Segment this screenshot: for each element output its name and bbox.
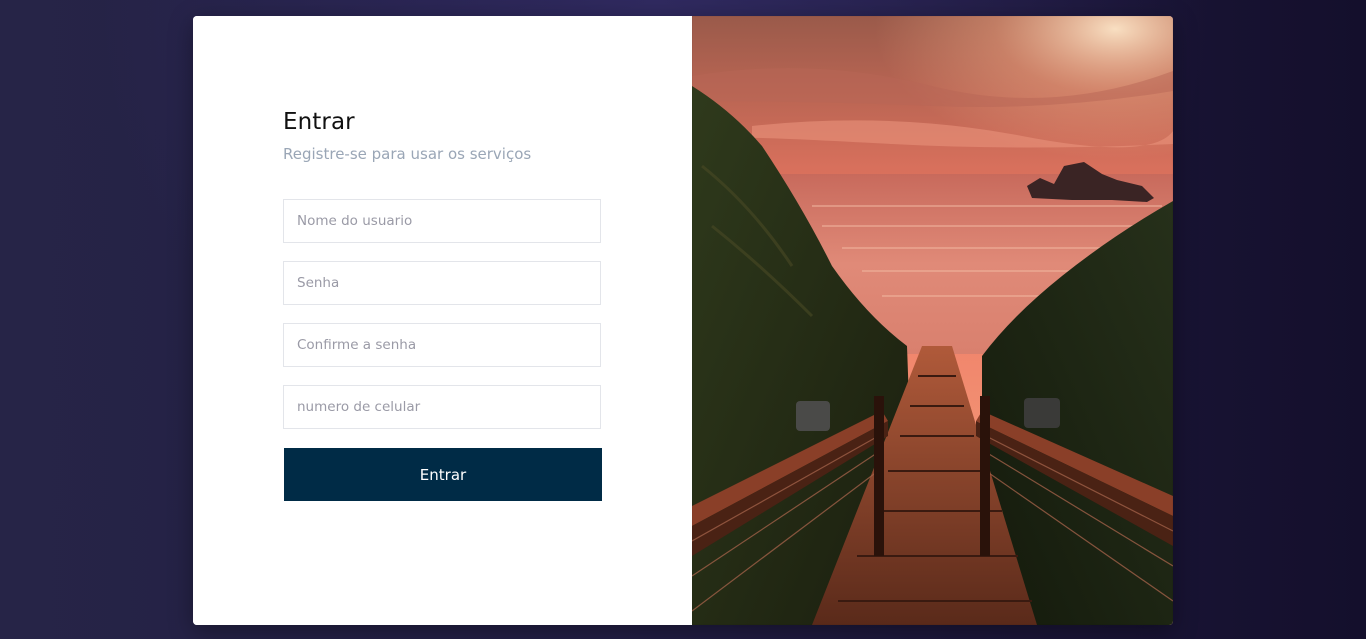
form-subtitle: Registre-se para usar os serviços [283, 145, 532, 163]
phone-input[interactable] [283, 385, 601, 429]
password-input[interactable] [283, 261, 601, 305]
confirm-password-input[interactable] [283, 323, 601, 367]
username-input[interactable] [283, 199, 601, 243]
form-title: Entrar [283, 109, 355, 135]
login-card: Entrar Registre-se para usar os serviços… [193, 16, 1173, 625]
sunset-stairway-image [692, 16, 1173, 625]
submit-button[interactable]: Entrar [284, 448, 602, 501]
sunset-stairway-illustration [692, 16, 1173, 625]
form-panel: Entrar Registre-se para usar os serviços… [193, 16, 692, 625]
